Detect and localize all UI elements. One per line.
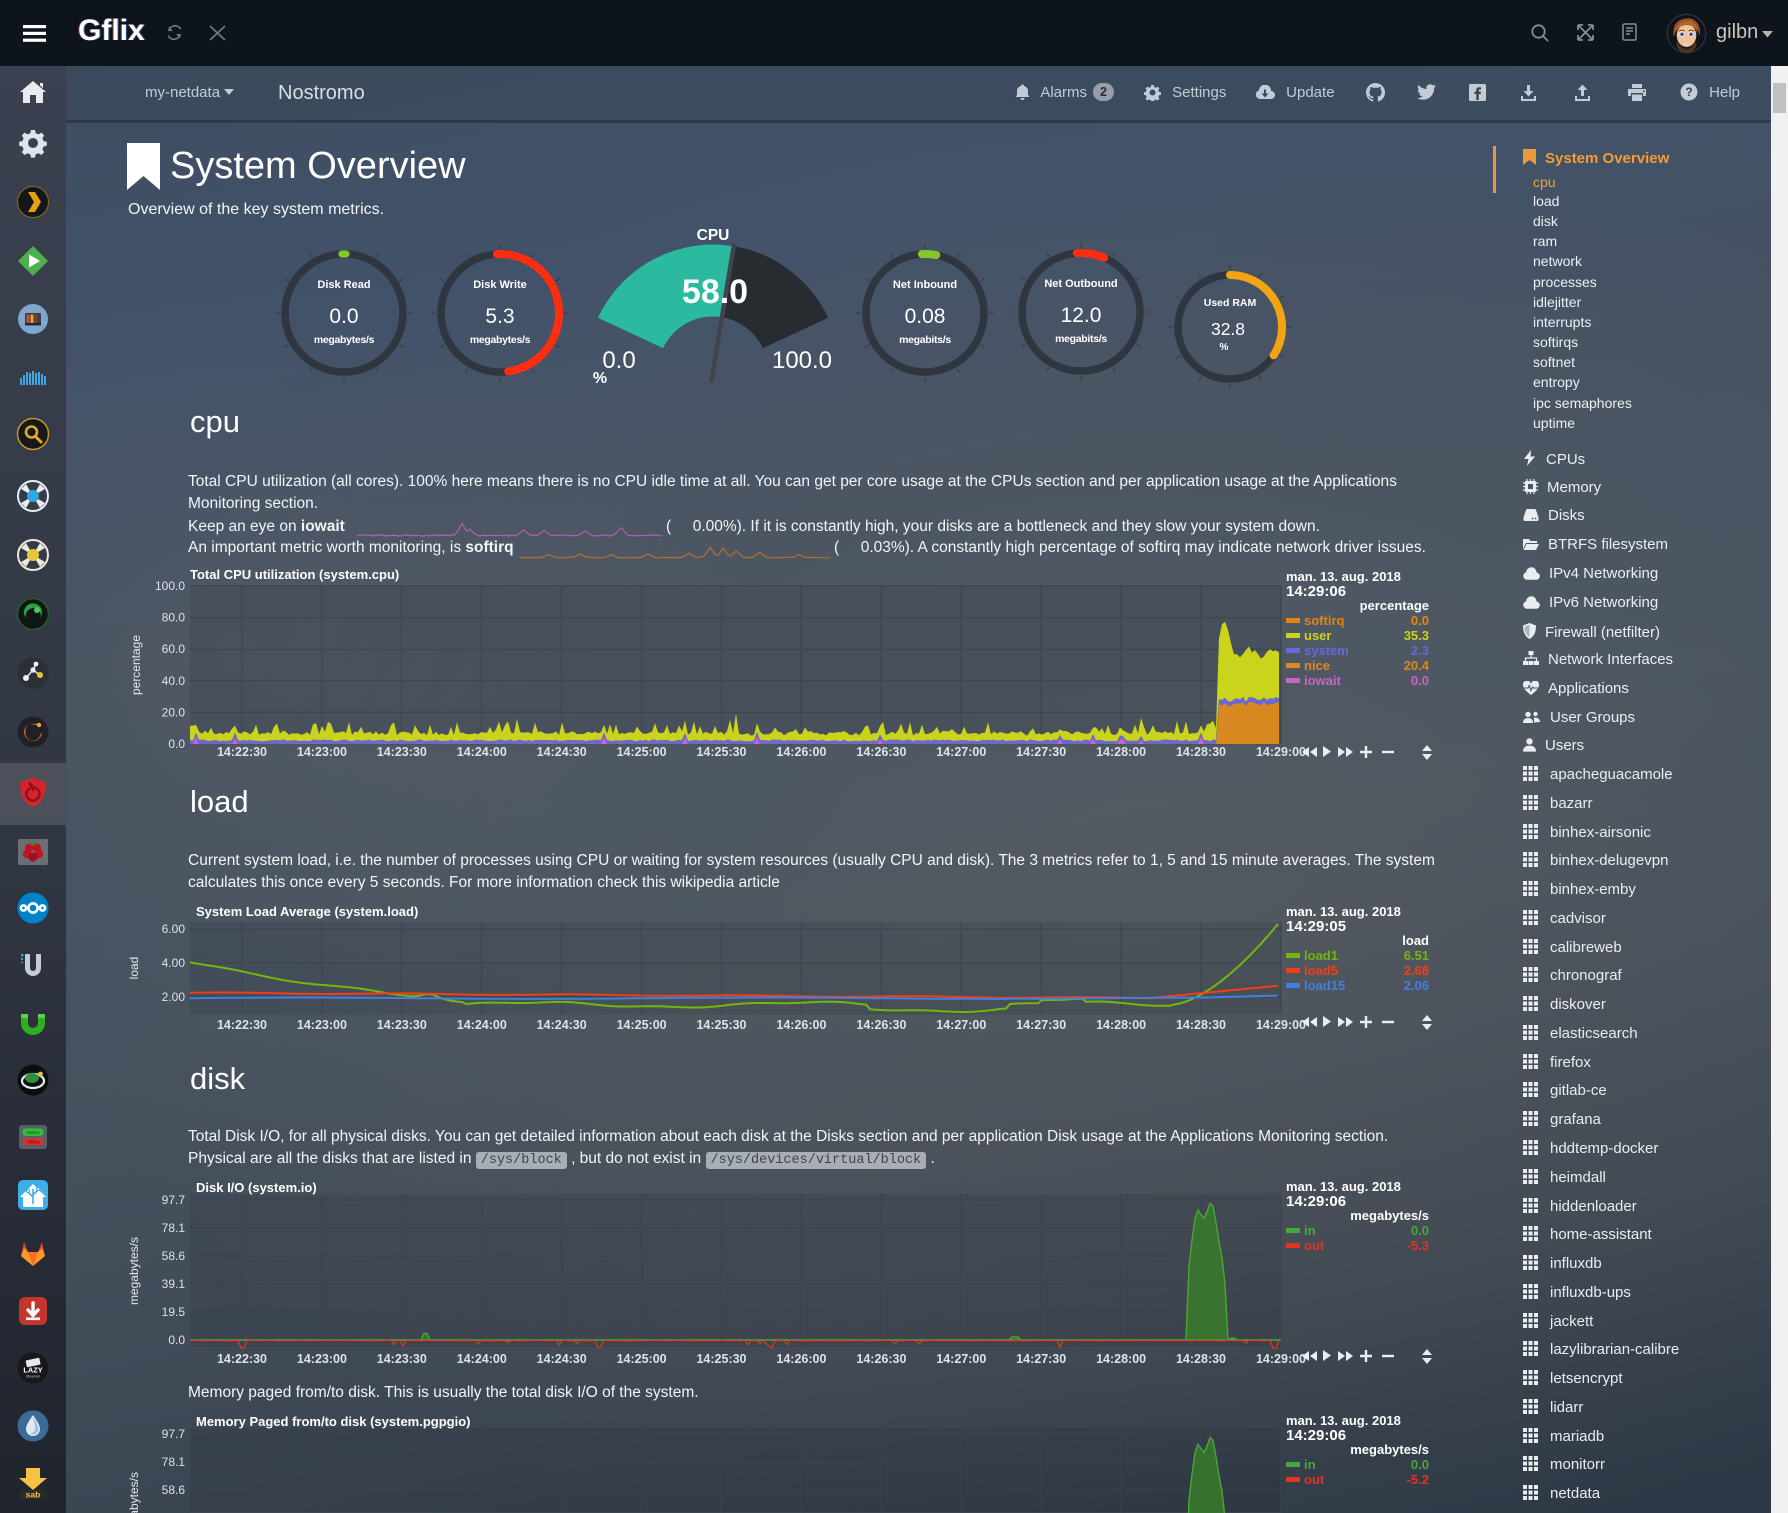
svg-text:Offline: Offline xyxy=(26,1139,40,1144)
svg-text:97.7: 97.7 xyxy=(162,1427,186,1441)
svg-text:megabits/s: megabits/s xyxy=(1055,333,1107,345)
svg-text:%: % xyxy=(1220,342,1229,353)
svg-text:Net Inbound: Net Inbound xyxy=(893,279,957,291)
svg-text:97.7: 97.7 xyxy=(162,1193,186,1207)
svg-text:14:28:30: 14:28:30 xyxy=(1176,1352,1226,1366)
svg-text:14:23:00: 14:23:00 xyxy=(297,1352,347,1366)
svg-text:14:23:00: 14:23:00 xyxy=(297,1018,347,1032)
svg-text:14:28:00: 14:28:00 xyxy=(1096,745,1146,759)
svg-text:sab: sab xyxy=(26,1489,41,1499)
svg-text:percentage: percentage xyxy=(129,635,143,695)
svg-text:14:26:30: 14:26:30 xyxy=(856,1018,906,1032)
svg-text:58.0: 58.0 xyxy=(682,273,748,311)
svg-text:4.00: 4.00 xyxy=(162,956,186,970)
svg-text:14:24:00: 14:24:00 xyxy=(457,1352,507,1366)
svg-text:14:26:00: 14:26:00 xyxy=(776,1352,826,1366)
svg-text:14:25:30: 14:25:30 xyxy=(696,1018,746,1032)
svg-text:80.0: 80.0 xyxy=(162,611,186,625)
svg-text:?: ? xyxy=(1685,85,1692,99)
svg-text:14:29:00: 14:29:00 xyxy=(1256,1018,1306,1032)
svg-text:14:29:00: 14:29:00 xyxy=(1256,1352,1306,1366)
svg-text:Used RAM: Used RAM xyxy=(1204,297,1257,309)
svg-text:megabits/s: megabits/s xyxy=(899,334,951,346)
svg-text:14:26:00: 14:26:00 xyxy=(776,745,826,759)
svg-text:megabytes/s: megabytes/s xyxy=(470,334,531,346)
svg-text:5.3: 5.3 xyxy=(485,305,514,328)
svg-text:14:23:30: 14:23:30 xyxy=(377,1018,427,1032)
svg-text:Online: Online xyxy=(26,1130,40,1135)
svg-text:14:25:00: 14:25:00 xyxy=(617,745,667,759)
svg-text:megabytes/s: megabytes/s xyxy=(127,1237,141,1305)
svg-text:14:25:30: 14:25:30 xyxy=(696,745,746,759)
svg-text:14:28:00: 14:28:00 xyxy=(1096,1352,1146,1366)
svg-text:14:29:00: 14:29:00 xyxy=(1256,745,1306,759)
svg-text:32.8: 32.8 xyxy=(1211,319,1245,339)
svg-text:14:26:30: 14:26:30 xyxy=(856,1352,906,1366)
svg-text:14:24:30: 14:24:30 xyxy=(537,1352,587,1366)
svg-text:Disk Read: Disk Read xyxy=(317,279,370,291)
svg-text:load: load xyxy=(127,957,141,980)
svg-text:100.0: 100.0 xyxy=(772,347,832,374)
svg-text:14:24:00: 14:24:00 xyxy=(457,1018,507,1032)
svg-text:14:23:00: 14:23:00 xyxy=(297,745,347,759)
svg-text:14:28:00: 14:28:00 xyxy=(1096,1018,1146,1032)
svg-text:librarian: librarian xyxy=(26,1374,41,1379)
svg-text:14:22:30: 14:22:30 xyxy=(217,1018,267,1032)
svg-text:14:25:00: 14:25:00 xyxy=(617,1352,667,1366)
svg-text:0.0: 0.0 xyxy=(168,1333,185,1347)
svg-text:Net Outbound: Net Outbound xyxy=(1044,278,1117,290)
svg-text:14:26:30: 14:26:30 xyxy=(856,745,906,759)
svg-text:14:24:30: 14:24:30 xyxy=(537,745,587,759)
svg-text:14:28:30: 14:28:30 xyxy=(1176,1018,1226,1032)
svg-text:40.0: 40.0 xyxy=(162,674,186,688)
svg-text:39.1: 39.1 xyxy=(162,1277,186,1291)
svg-text:60.0: 60.0 xyxy=(162,642,186,656)
svg-text:58.6: 58.6 xyxy=(162,1249,186,1263)
svg-text:100.0: 100.0 xyxy=(155,579,185,593)
svg-text:14:27:00: 14:27:00 xyxy=(936,1352,986,1366)
svg-text:14:23:30: 14:23:30 xyxy=(377,1352,427,1366)
svg-text:%: % xyxy=(593,370,607,387)
svg-text:14:25:00: 14:25:00 xyxy=(617,1018,667,1032)
svg-text:78.1: 78.1 xyxy=(162,1455,186,1469)
svg-text:14:27:30: 14:27:30 xyxy=(1016,1018,1066,1032)
svg-text:14:22:30: 14:22:30 xyxy=(217,745,267,759)
svg-text:20.0: 20.0 xyxy=(162,705,186,719)
svg-text:14:27:30: 14:27:30 xyxy=(1016,745,1066,759)
svg-text:megabytes/s: megabytes/s xyxy=(127,1472,141,1513)
svg-text:megabytes/s: megabytes/s xyxy=(314,334,375,346)
svg-text:0.0: 0.0 xyxy=(602,347,635,374)
svg-text:0.08: 0.08 xyxy=(905,305,946,328)
svg-text:6.00: 6.00 xyxy=(162,922,186,936)
svg-text:CPU: CPU xyxy=(697,227,730,244)
svg-text:14:28:30: 14:28:30 xyxy=(1176,745,1226,759)
svg-text:Disk Write: Disk Write xyxy=(473,279,527,291)
svg-text:2.00: 2.00 xyxy=(162,990,186,1004)
svg-text:14:23:30: 14:23:30 xyxy=(377,745,427,759)
svg-text:14:27:30: 14:27:30 xyxy=(1016,1352,1066,1366)
svg-text:0.0: 0.0 xyxy=(329,305,358,328)
svg-text:12.0: 12.0 xyxy=(1061,304,1102,327)
svg-text:14:25:30: 14:25:30 xyxy=(696,1352,746,1366)
svg-text:14:22:30: 14:22:30 xyxy=(217,1352,267,1366)
svg-text:19.5: 19.5 xyxy=(162,1305,186,1319)
svg-text:58.6: 58.6 xyxy=(162,1483,186,1497)
svg-text:0.0: 0.0 xyxy=(168,737,185,751)
svg-text:14:24:30: 14:24:30 xyxy=(537,1018,587,1032)
svg-text:14:27:00: 14:27:00 xyxy=(936,1018,986,1032)
svg-text:78.1: 78.1 xyxy=(162,1221,186,1235)
svg-text:14:26:00: 14:26:00 xyxy=(776,1018,826,1032)
svg-text:14:24:00: 14:24:00 xyxy=(457,745,507,759)
svg-text:14:27:00: 14:27:00 xyxy=(936,745,986,759)
